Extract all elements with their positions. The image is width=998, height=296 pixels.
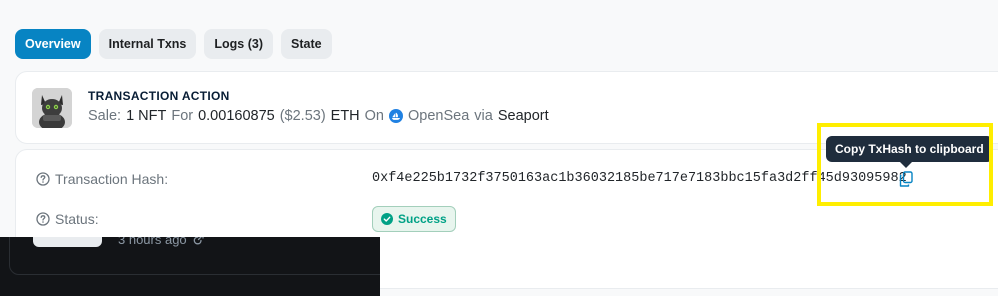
tab-logs[interactable]: Logs (3) xyxy=(204,29,273,59)
tab-state[interactable]: State xyxy=(281,29,332,59)
transaction-action-summary: Sale: 1 NFT For 0.00160875 ($2.53) ETH O… xyxy=(88,108,549,124)
sale-usd-value: ($2.53) xyxy=(279,108,326,124)
tab-bar: Overview Internal Txns Logs (3) State xyxy=(15,29,332,59)
question-circle-icon[interactable] xyxy=(36,212,50,226)
transaction-action-title: TRANSACTION ACTION xyxy=(88,89,230,103)
dark-overlay-panel: 3 hours ago xyxy=(0,237,380,296)
tab-internal-txns[interactable]: Internal Txns xyxy=(98,29,197,59)
nft-quantity: 1 NFT xyxy=(126,108,167,124)
status-badge: Success xyxy=(372,206,456,232)
avatar xyxy=(33,237,102,247)
opensea-icon xyxy=(389,109,403,123)
external-link-icon[interactable] xyxy=(193,237,204,245)
status-row-label: Status: xyxy=(36,211,99,227)
via-label: via xyxy=(474,108,493,124)
sale-label: Sale: xyxy=(88,108,122,124)
for-label: For xyxy=(171,108,194,124)
currency-eth: ETH xyxy=(330,108,360,124)
transaction-hash-label: Transaction Hash: xyxy=(55,171,169,187)
nft-thumbnail[interactable] xyxy=(32,88,72,128)
time-ago: 3 hours ago xyxy=(118,237,204,247)
transaction-hash-row-label: Transaction Hash: xyxy=(36,171,168,187)
check-circle-icon xyxy=(381,213,393,225)
on-label: On xyxy=(364,108,384,124)
tab-overview[interactable]: Overview xyxy=(15,29,91,59)
marketplace-link[interactable]: OpenSea xyxy=(408,108,469,124)
time-ago-text: 3 hours ago xyxy=(118,237,187,247)
sale-amount: 0.00160875 xyxy=(198,108,275,124)
protocol-link[interactable]: Seaport xyxy=(498,108,549,124)
highlight-box xyxy=(817,123,993,206)
status-value: Success xyxy=(398,212,447,226)
status-label: Status: xyxy=(55,211,99,227)
question-circle-icon[interactable] xyxy=(36,172,50,186)
